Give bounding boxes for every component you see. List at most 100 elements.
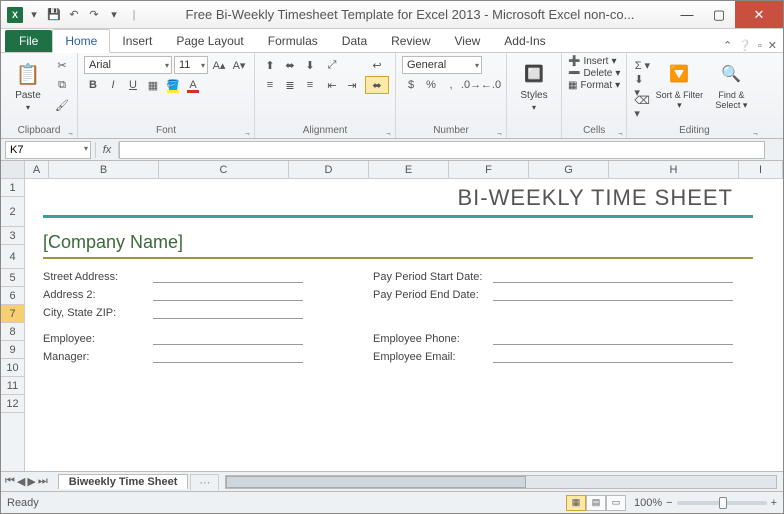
accounting-icon[interactable]: $ xyxy=(402,76,420,94)
col-header-E[interactable]: E xyxy=(369,161,449,178)
tab-view[interactable]: View xyxy=(443,30,493,52)
comma-icon[interactable]: , xyxy=(442,76,460,94)
row-header-11[interactable]: 11 xyxy=(1,377,24,395)
increase-indent-icon[interactable]: ⇥ xyxy=(343,76,361,94)
tab-page-layout[interactable]: Page Layout xyxy=(164,30,255,52)
view-normal-button[interactable]: ▦ xyxy=(566,495,586,511)
format-painter-icon[interactable]: 🖌 xyxy=(53,96,71,114)
name-box[interactable]: K7 xyxy=(5,141,91,159)
col-header-B[interactable]: B xyxy=(49,161,159,178)
row-header-12[interactable]: 12 xyxy=(1,395,24,413)
minimize-button[interactable]: — xyxy=(671,1,703,28)
italic-button[interactable]: I xyxy=(104,76,122,94)
underline-button[interactable]: U xyxy=(124,76,142,94)
copy-icon[interactable]: ⧉ xyxy=(53,76,71,94)
col-header-G[interactable]: G xyxy=(529,161,609,178)
minimize-ribbon-icon[interactable]: ⌃ xyxy=(723,39,732,52)
number-format-combo[interactable]: General xyxy=(402,56,482,74)
row-header-9[interactable]: 9 xyxy=(1,341,24,359)
input-emp-phone[interactable] xyxy=(493,333,733,345)
zoom-out-button[interactable]: − xyxy=(666,497,672,509)
align-middle-icon[interactable]: ⬌ xyxy=(281,56,299,74)
sheet-tab-new[interactable]: ⋯ xyxy=(190,474,219,490)
row-header-4[interactable]: 4 xyxy=(1,245,24,269)
input-emp-email[interactable] xyxy=(493,351,733,363)
doc-close-icon[interactable]: ✕ xyxy=(768,39,777,52)
tab-home[interactable]: Home xyxy=(52,29,110,53)
undo-icon[interactable]: ↶ xyxy=(65,6,83,24)
formula-bar[interactable] xyxy=(119,141,765,159)
increase-decimal-icon[interactable]: .0→ xyxy=(462,76,480,94)
format-cells-button[interactable]: ▦Format ▾ xyxy=(568,80,620,91)
zoom-level[interactable]: 100% xyxy=(634,497,662,509)
qat-dropdown-icon[interactable]: ▾ xyxy=(25,6,43,24)
sort-filter-button[interactable]: 🔽 Sort & Filter ▾ xyxy=(655,56,703,111)
zoom-in-button[interactable]: + xyxy=(771,497,777,509)
find-select-button[interactable]: 🔍 Find & Select ▾ xyxy=(707,56,755,111)
row-header-8[interactable]: 8 xyxy=(1,323,24,341)
select-all-corner[interactable] xyxy=(1,161,25,178)
file-tab[interactable]: File xyxy=(5,30,52,52)
col-header-A[interactable]: A xyxy=(25,161,49,178)
cells-grid[interactable]: BI-WEEKLY TIME SHEET [Company Name] Stre… xyxy=(25,179,783,471)
row-header-1[interactable]: 1 xyxy=(1,179,24,197)
row-header-7[interactable]: 7 xyxy=(1,305,24,323)
fill-icon[interactable]: ⬇ ▾ xyxy=(633,77,651,95)
borders-icon[interactable]: ▦ xyxy=(144,76,162,94)
font-color-icon[interactable]: A xyxy=(184,76,202,94)
paste-button[interactable]: 📋 Paste ▾ xyxy=(7,56,49,112)
redo-icon[interactable]: ↷ xyxy=(85,6,103,24)
tab-addins[interactable]: Add-Ins xyxy=(492,30,557,52)
fill-color-icon[interactable]: 🪣 xyxy=(164,76,182,94)
orientation-icon[interactable]: ⤢ xyxy=(323,56,341,74)
merge-center-icon[interactable]: ⬌ xyxy=(365,76,389,94)
col-header-I[interactable]: I xyxy=(739,161,783,178)
align-right-icon[interactable]: ≡ xyxy=(301,76,319,94)
input-employee[interactable] xyxy=(153,333,303,345)
input-city[interactable] xyxy=(153,307,303,319)
col-header-F[interactable]: F xyxy=(449,161,529,178)
row-header-3[interactable]: 3 xyxy=(1,227,24,245)
decrease-decimal-icon[interactable]: ←.0 xyxy=(482,76,500,94)
align-bottom-icon[interactable]: ⬇ xyxy=(301,56,319,74)
row-header-10[interactable]: 10 xyxy=(1,359,24,377)
tab-formulas[interactable]: Formulas xyxy=(256,30,330,52)
tab-data[interactable]: Data xyxy=(330,30,379,52)
input-pp-end[interactable] xyxy=(493,289,733,301)
close-button[interactable]: ✕ xyxy=(735,1,783,28)
bold-button[interactable]: B xyxy=(84,76,102,94)
styles-button[interactable]: 🔲 Styles ▾ xyxy=(513,56,555,112)
maximize-button[interactable]: ▢ xyxy=(703,1,735,28)
tab-insert[interactable]: Insert xyxy=(110,30,164,52)
excel-icon[interactable]: X xyxy=(7,7,23,23)
grow-font-icon[interactable]: A▴ xyxy=(210,56,228,74)
tab-nav-prev-icon[interactable]: ◀ xyxy=(17,475,25,488)
input-street[interactable] xyxy=(153,271,303,283)
align-top-icon[interactable]: ⬆ xyxy=(261,56,279,74)
clear-icon[interactable]: ⌫ ▾ xyxy=(633,98,651,116)
view-page-break-button[interactable]: ▭ xyxy=(606,495,626,511)
insert-cells-button[interactable]: ➕Insert ▾ xyxy=(568,56,620,67)
wrap-text-icon[interactable]: ↩ xyxy=(365,56,389,74)
zoom-slider[interactable] xyxy=(677,501,767,505)
view-page-layout-button[interactable]: ▤ xyxy=(586,495,606,511)
decrease-indent-icon[interactable]: ⇤ xyxy=(323,76,341,94)
input-pp-start[interactable] xyxy=(493,271,733,283)
tab-nav-first-icon[interactable]: ⏮ xyxy=(5,475,15,488)
input-addr2[interactable] xyxy=(153,289,303,301)
horizontal-scrollbar[interactable] xyxy=(225,475,777,489)
col-header-D[interactable]: D xyxy=(289,161,369,178)
row-header-5[interactable]: 5 xyxy=(1,269,24,287)
delete-cells-button[interactable]: ➖Delete ▾ xyxy=(568,68,620,79)
align-center-icon[interactable]: ≣ xyxy=(281,76,299,94)
cut-icon[interactable]: ✂ xyxy=(53,56,71,74)
window-restore-icon[interactable]: ▫ xyxy=(758,40,762,52)
font-size-combo[interactable]: 11 xyxy=(174,56,208,74)
input-manager[interactable] xyxy=(153,351,303,363)
row-header-6[interactable]: 6 xyxy=(1,287,24,305)
autosum-icon[interactable]: Σ ▾ xyxy=(633,56,651,74)
fx-button[interactable]: fx xyxy=(95,142,119,158)
save-icon[interactable]: 💾 xyxy=(45,6,63,24)
row-header-2[interactable]: 2 xyxy=(1,197,24,227)
tab-review[interactable]: Review xyxy=(379,30,442,52)
